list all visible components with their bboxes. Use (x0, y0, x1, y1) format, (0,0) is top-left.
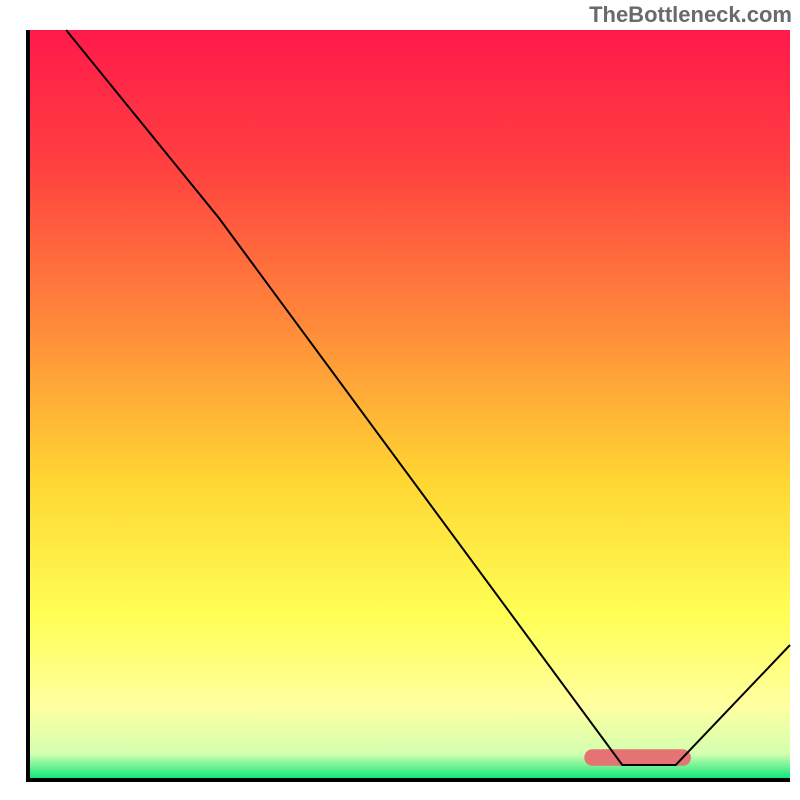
chart-svg (0, 0, 800, 800)
heatmap-background (28, 30, 790, 780)
chart-container: TheBottleneck.com (0, 0, 800, 800)
optimal-range-marker (584, 749, 691, 766)
